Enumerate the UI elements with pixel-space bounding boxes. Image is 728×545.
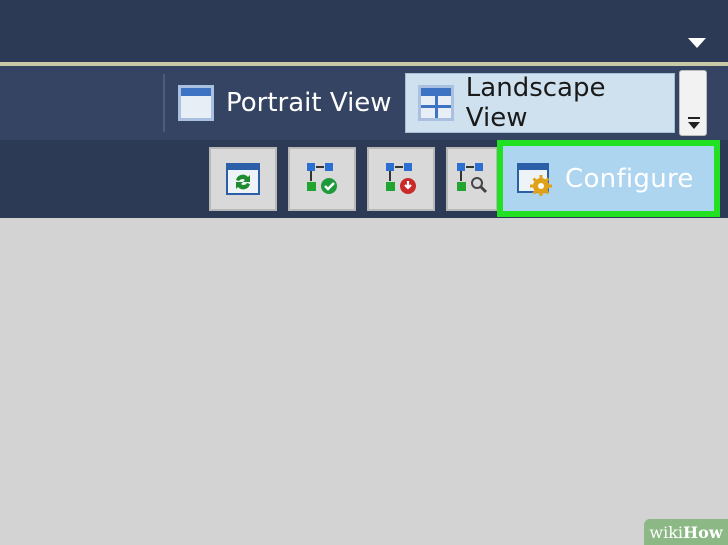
view-separator [163,74,165,132]
view-overflow-button[interactable] [679,70,707,136]
overflow-bar-icon [688,117,700,119]
wikihow-watermark: wiki How [644,519,728,545]
search-hierarchy-button[interactable] [446,147,498,211]
landscape-view-button[interactable]: Landscape View [405,73,675,133]
configure-button[interactable]: Configure [497,140,720,217]
configure-gear-icon [517,162,553,197]
portrait-view-button[interactable]: Portrait View [178,73,392,133]
title-bar [0,0,728,62]
watermark-prefix: wiki [649,522,684,542]
watermark-suffix: How [683,522,723,542]
refresh-button[interactable] [209,147,277,211]
content-area [0,218,728,545]
landscape-view-label: Landscape View [465,73,606,133]
approve-hierarchy-button[interactable] [288,147,356,211]
reject-hierarchy-icon [386,163,416,194]
overflow-arrow-icon [688,122,700,129]
search-hierarchy-icon [457,163,488,194]
approve-hierarchy-icon [307,163,337,194]
portrait-view-label: Portrait View [226,88,392,118]
reject-hierarchy-button[interactable] [367,147,435,211]
portrait-window-icon [178,85,214,121]
configure-label: Configure [565,163,694,194]
landscape-window-icon [418,85,454,121]
refresh-window-icon [226,163,260,195]
menu-dropdown-icon[interactable] [688,38,706,48]
